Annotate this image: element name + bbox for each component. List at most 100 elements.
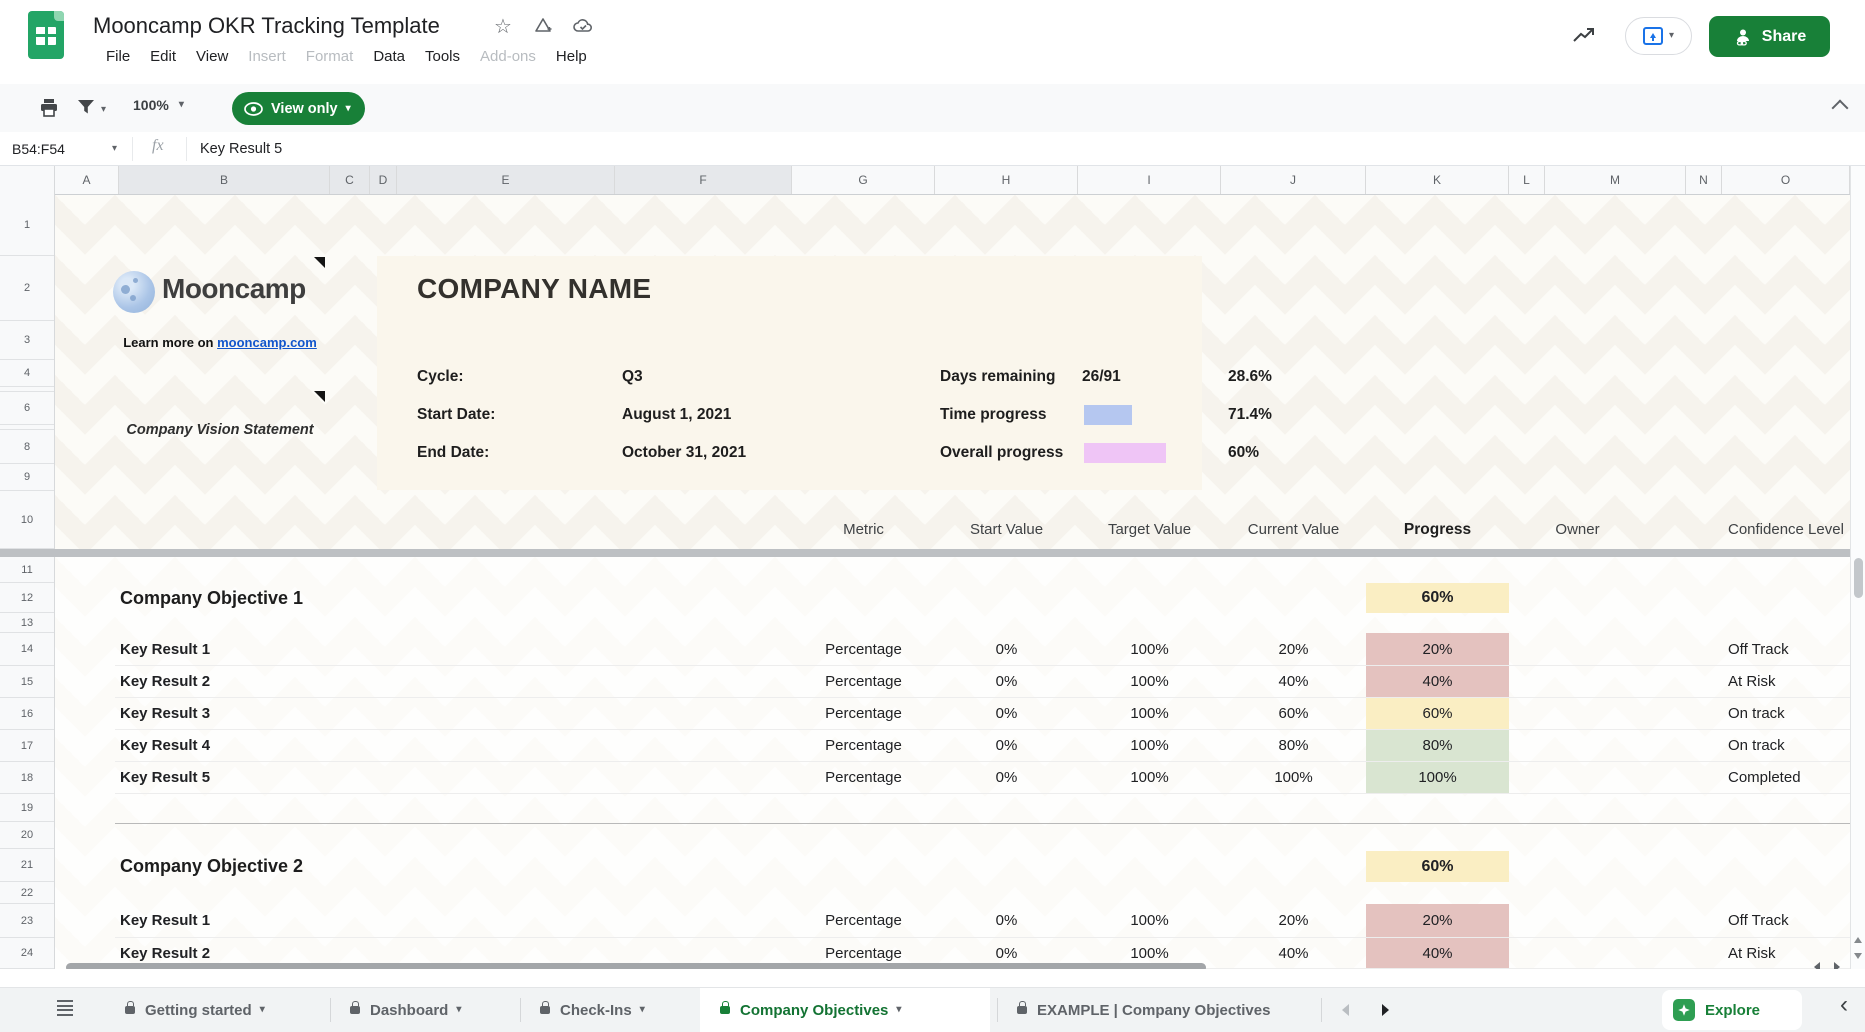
kr-current[interactable]: 20%: [1221, 904, 1366, 937]
kr-start[interactable]: 0%: [935, 633, 1078, 665]
objective-name[interactable]: Company Objective 2: [120, 851, 620, 882]
tabs-scroll-right-icon[interactable]: [1382, 1004, 1389, 1016]
scroll-left-icon[interactable]: [1814, 962, 1820, 969]
kr-progress-cell[interactable]: 60%: [1366, 698, 1509, 729]
row-header-15[interactable]: 15: [0, 666, 54, 698]
kr-name[interactable]: Key Result 1: [120, 633, 540, 665]
start-date-value[interactable]: August 1, 2021: [622, 402, 731, 428]
column-header-B[interactable]: B: [119, 166, 330, 194]
tab-dashboard[interactable]: Dashboard ▾: [330, 988, 520, 1032]
kr-metric[interactable]: Percentage: [792, 633, 935, 665]
kr-target[interactable]: 100%: [1078, 698, 1221, 729]
star-icon[interactable]: ☆: [492, 15, 514, 37]
overall-progress-pct[interactable]: 60%: [1228, 440, 1259, 466]
kr-status[interactable]: At Risk: [1728, 666, 1854, 697]
column-header-I[interactable]: I: [1078, 166, 1221, 194]
menu-edit[interactable]: Edit: [140, 48, 186, 65]
kr-name[interactable]: Key Result 3: [120, 698, 540, 729]
column-header-F[interactable]: F: [615, 166, 792, 194]
row-header-6[interactable]: 6: [0, 392, 54, 425]
filter-caret-icon[interactable]: ▾: [101, 105, 106, 115]
row-header-17[interactable]: 17: [0, 730, 54, 762]
kr-status[interactable]: Off Track: [1728, 904, 1854, 937]
menu-view[interactable]: View: [186, 48, 238, 65]
kr-progress-cell[interactable]: 20%: [1366, 904, 1509, 937]
vertical-scroll-thumb[interactable]: [1854, 558, 1863, 598]
menu-data[interactable]: Data: [363, 48, 415, 65]
kr-start[interactable]: 0%: [935, 762, 1078, 793]
company-vision[interactable]: Company Vision Statement: [120, 421, 320, 441]
row-header-4[interactable]: 4: [0, 360, 54, 387]
kr-current[interactable]: 60%: [1221, 698, 1366, 729]
tab-caret-icon[interactable]: ▾: [260, 1005, 265, 1015]
kr-current[interactable]: 40%: [1221, 666, 1366, 697]
kr-progress-cell[interactable]: 20%: [1366, 633, 1509, 665]
kr-status[interactable]: On track: [1728, 698, 1854, 729]
scroll-down-icon[interactable]: [1854, 953, 1862, 959]
kr-current[interactable]: 40%: [1221, 938, 1366, 968]
sheet-grid[interactable]: Mooncamp Learn more on mooncamp.com Comp…: [0, 195, 1865, 969]
kr-target[interactable]: 100%: [1078, 730, 1221, 761]
days-remaining-pct[interactable]: 28.6%: [1228, 364, 1272, 390]
row-header-13[interactable]: 13: [0, 613, 54, 633]
column-header-L[interactable]: L: [1509, 166, 1545, 194]
row-header-18[interactable]: 18: [0, 762, 54, 794]
tab-caret-icon[interactable]: ▾: [456, 1005, 461, 1015]
menu-help[interactable]: Help: [546, 48, 597, 65]
sheets-logo-icon[interactable]: [28, 11, 64, 59]
key-result-row[interactable]: Key Result 1 Percentage 0% 100% 20% 20% …: [115, 904, 1850, 938]
row-header-12[interactable]: 12: [0, 583, 54, 613]
mooncamp-link[interactable]: mooncamp.com: [217, 335, 317, 350]
present-dropdown-button[interactable]: ▾: [1625, 17, 1692, 55]
name-box[interactable]: B54:F54: [12, 132, 65, 166]
tab-caret-icon[interactable]: ▾: [640, 1005, 645, 1015]
share-button[interactable]: Share: [1709, 16, 1830, 57]
row-header-20[interactable]: 20: [0, 822, 54, 849]
kr-status[interactable]: Off Track: [1728, 633, 1854, 665]
shortcut-shield-icon[interactable]: [532, 15, 554, 37]
tab-getting-started[interactable]: Getting started ▾: [105, 988, 330, 1032]
print-icon[interactable]: [38, 97, 60, 124]
key-result-row[interactable]: Key Result 5 Percentage 0% 100% 100% 100…: [115, 762, 1850, 794]
scroll-up-icon[interactable]: [1854, 937, 1862, 943]
filter-icon[interactable]: [76, 97, 96, 122]
objective-row[interactable]: Company Objective 1 60%: [115, 583, 1850, 613]
zoom-caret-icon[interactable]: ▾: [179, 100, 184, 110]
vertical-scrollbar[interactable]: [1850, 195, 1865, 969]
column-header-K[interactable]: K: [1366, 166, 1509, 194]
kr-metric[interactable]: Percentage: [792, 762, 935, 793]
key-result-row[interactable]: Key Result 3 Percentage 0% 100% 60% 60% …: [115, 698, 1850, 730]
kr-name[interactable]: Key Result 1: [120, 904, 540, 937]
kr-current[interactable]: 100%: [1221, 762, 1366, 793]
kr-status[interactable]: On track: [1728, 730, 1854, 761]
tab-check-ins[interactable]: Check-Ins ▾: [520, 988, 700, 1032]
key-result-row[interactable]: Key Result 2 Percentage 0% 100% 40% 40% …: [115, 666, 1850, 698]
row-header-1[interactable]: 1: [0, 195, 54, 256]
kr-target[interactable]: 100%: [1078, 904, 1221, 937]
row-header-21[interactable]: 21: [0, 849, 54, 882]
time-progress-pct[interactable]: 71.4%: [1228, 402, 1272, 428]
kr-start[interactable]: 0%: [935, 730, 1078, 761]
trending-icon[interactable]: [1572, 26, 1596, 51]
cloud-saved-icon[interactable]: [572, 15, 594, 37]
row-header-8[interactable]: 8: [0, 430, 54, 464]
column-header-M[interactable]: M: [1545, 166, 1686, 194]
column-header-D[interactable]: D: [370, 166, 397, 194]
kr-progress-cell[interactable]: 40%: [1366, 938, 1509, 968]
explore-button[interactable]: Explore: [1662, 990, 1802, 1030]
kr-current[interactable]: 80%: [1221, 730, 1366, 761]
days-remaining-value[interactable]: 26/91: [1082, 364, 1121, 390]
column-header-C[interactable]: C: [330, 166, 370, 194]
column-header-O[interactable]: O: [1722, 166, 1850, 194]
menu-file[interactable]: File: [96, 48, 140, 65]
kr-current[interactable]: 20%: [1221, 633, 1366, 665]
company-name[interactable]: COMPANY NAME: [417, 273, 651, 305]
kr-progress-cell[interactable]: 100%: [1366, 762, 1509, 793]
kr-metric[interactable]: Percentage: [792, 666, 935, 697]
objective-progress-cell[interactable]: 60%: [1366, 583, 1509, 613]
tab-example-company-objectives[interactable]: EXAMPLE | Company Objectives: [997, 988, 1321, 1032]
kr-metric[interactable]: Percentage: [792, 698, 935, 729]
collapse-panel-icon[interactable]: ‹: [1840, 991, 1848, 1019]
scroll-right-icon[interactable]: [1834, 962, 1840, 969]
kr-target[interactable]: 100%: [1078, 762, 1221, 793]
